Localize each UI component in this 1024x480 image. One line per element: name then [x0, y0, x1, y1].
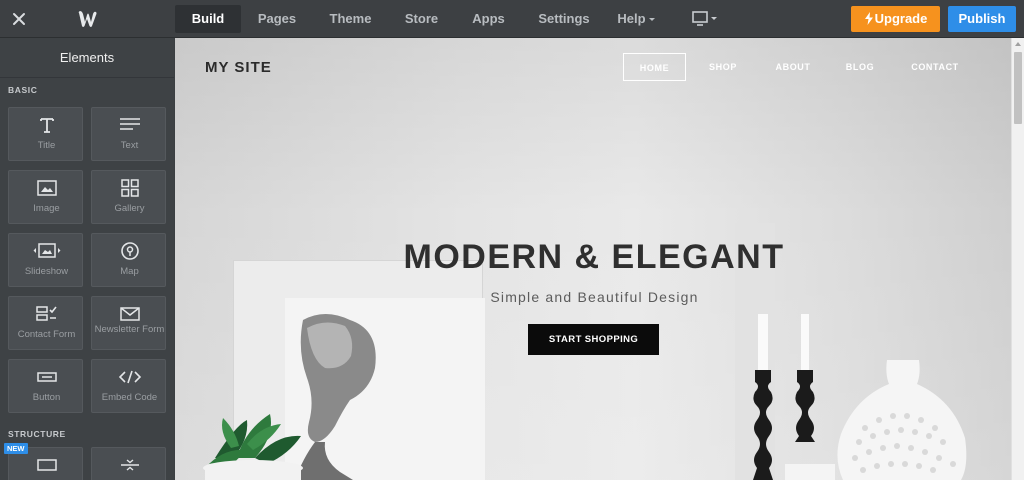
tile-label: Text — [120, 140, 139, 151]
tile-newsletter-form[interactable]: Newsletter Form — [91, 296, 166, 350]
upgrade-button[interactable]: Upgrade — [851, 6, 940, 32]
canvas-scrollbar[interactable] — [1011, 38, 1024, 480]
tile-title[interactable]: Title — [8, 107, 83, 161]
tile-label: Embed Code — [101, 392, 158, 403]
tile-embed-code[interactable]: Embed Code — [91, 359, 166, 413]
embed-code-icon — [92, 366, 167, 388]
tab-pages[interactable]: Pages — [241, 0, 313, 38]
tile-image[interactable]: Image — [8, 170, 83, 224]
lightning-icon — [864, 12, 873, 25]
device-preview-icon[interactable] — [691, 10, 721, 28]
panel-title: Elements — [0, 38, 174, 78]
tile-label: Map — [120, 266, 139, 277]
publish-button[interactable]: Publish — [948, 6, 1016, 32]
site-nav-about[interactable]: ABOUT — [760, 53, 826, 81]
title-icon — [9, 114, 84, 136]
tab-build[interactable]: Build — [175, 5, 241, 33]
site-logo[interactable]: MY SITE — [205, 59, 272, 76]
tab-settings[interactable]: Settings — [522, 0, 606, 38]
tile-slideshow[interactable]: Slideshow — [8, 233, 83, 287]
newsletter-icon — [92, 303, 167, 325]
editor-toolbar: Build Pages Theme Store Apps Settings He… — [0, 0, 1024, 38]
tile-button[interactable]: Button — [8, 359, 83, 413]
tab-theme[interactable]: Theme — [313, 0, 388, 38]
site-nav-shop[interactable]: SHOP — [686, 53, 760, 81]
gallery-icon — [92, 177, 167, 199]
image-icon — [9, 177, 84, 199]
hero-title[interactable]: MODERN & ELEGANT — [175, 238, 1011, 277]
slideshow-icon — [9, 240, 84, 262]
tile-divider[interactable] — [91, 447, 166, 480]
tile-text[interactable]: Text — [91, 107, 166, 161]
tab-help[interactable]: Help — [606, 0, 666, 38]
map-pin-icon — [92, 240, 167, 262]
chevron-down-icon — [648, 18, 655, 22]
tile-label: Button — [32, 392, 61, 403]
section-icon — [9, 454, 84, 476]
tile-label: Gallery — [114, 203, 145, 214]
site-nav: HOME SHOP ABOUT BLOG CONTACT — [623, 53, 976, 81]
tile-map[interactable]: Map — [91, 233, 166, 287]
site-nav-contact[interactable]: CONTACT — [894, 53, 976, 81]
site-canvas[interactable]: MY SITE HOME SHOP ABOUT BLOG CONTACT MOD… — [175, 38, 1011, 480]
tile-label: Slideshow — [24, 266, 69, 277]
upgrade-label: Upgrade — [874, 11, 928, 26]
new-badge: NEW — [4, 443, 28, 454]
hero-subtitle[interactable]: Simple and Beautiful Design — [175, 289, 1011, 305]
tile-label: Contact Form — [17, 329, 76, 340]
contact-form-icon — [9, 303, 84, 325]
tab-help-label: Help — [617, 11, 646, 26]
tile-label: Newsletter Form — [94, 324, 165, 335]
tile-label: Title — [37, 140, 56, 151]
tab-store[interactable]: Store — [388, 0, 455, 38]
tile-contact-form[interactable]: Contact Form — [8, 296, 83, 350]
scroll-up-arrow-icon[interactable] — [1015, 42, 1021, 46]
elements-panel: Elements BASIC Title Text Image Gallery … — [0, 38, 174, 480]
tile-label: Image — [33, 203, 60, 214]
divider-icon — [92, 454, 167, 476]
section-structure-heading: STRUCTURE — [8, 429, 66, 439]
site-nav-blog[interactable]: BLOG — [826, 53, 894, 81]
button-icon — [9, 366, 84, 388]
tile-gallery[interactable]: Gallery — [91, 170, 166, 224]
weebly-logo-icon[interactable] — [76, 9, 98, 29]
main-nav: Build Pages Theme Store Apps Settings He… — [175, 0, 666, 38]
text-icon — [92, 114, 167, 136]
start-shopping-button[interactable]: START SHOPPING — [528, 324, 659, 355]
tab-apps[interactable]: Apps — [455, 0, 522, 38]
scrollbar-thumb[interactable] — [1014, 52, 1022, 124]
close-icon[interactable] — [8, 8, 30, 30]
site-nav-home[interactable]: HOME — [623, 53, 686, 81]
section-basic-heading: BASIC — [8, 85, 38, 95]
